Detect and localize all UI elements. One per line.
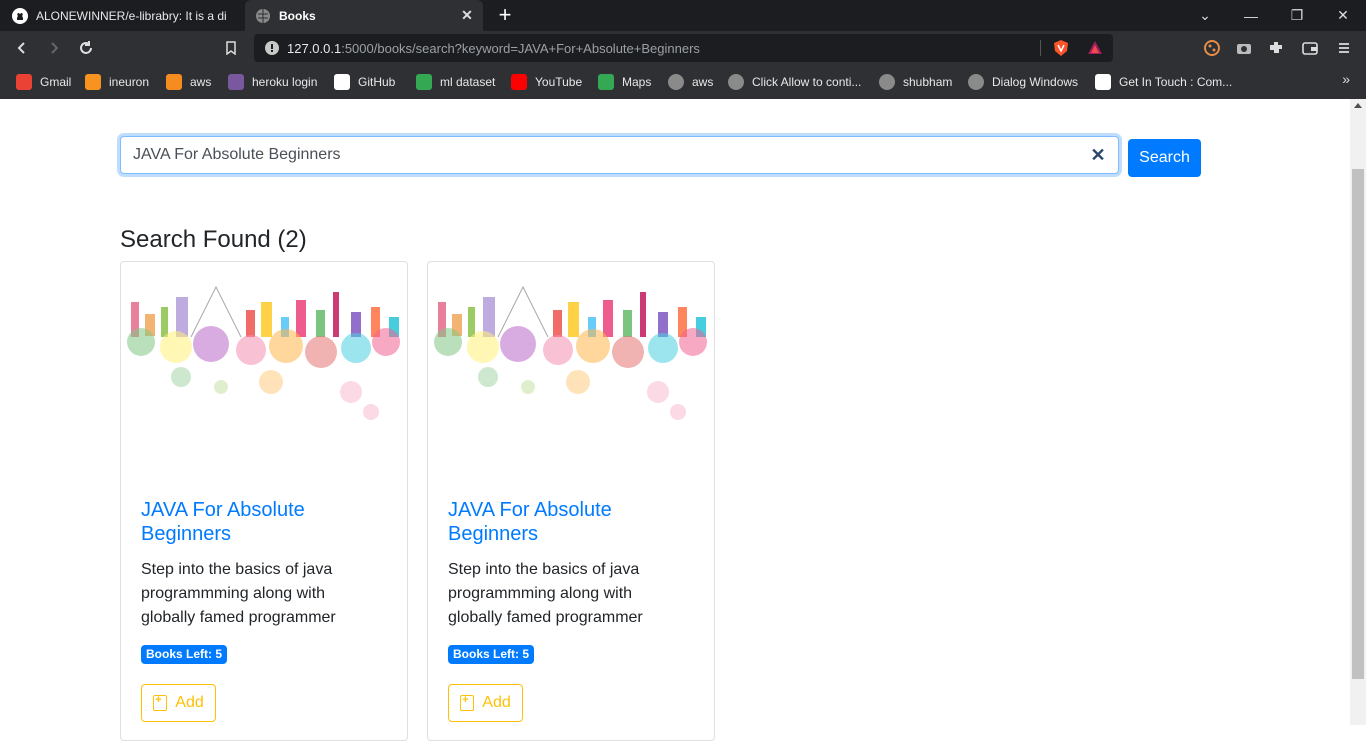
tab-search-chevron-icon[interactable]: ⌄ [1182, 0, 1228, 31]
bookmark-label: aws [692, 75, 714, 89]
reload-icon[interactable] [74, 36, 98, 60]
site-info-icon[interactable] [264, 40, 280, 56]
page-scrollbar[interactable] [1350, 99, 1366, 725]
bookmark-icon[interactable] [219, 36, 243, 60]
bookmark-item[interactable]: ml dataset [416, 73, 495, 91]
globe-icon [968, 74, 984, 90]
bookmark-item[interactable]: Click Allow to conti... [728, 73, 861, 91]
add-book-button[interactable]: Add [141, 684, 216, 722]
scroll-up-icon[interactable] [1354, 103, 1362, 108]
extensions-puzzle-icon[interactable] [1267, 39, 1285, 57]
tab-books[interactable]: Books ✕ [245, 0, 483, 31]
book-title-link[interactable]: JAVA For Absolute Beginners [141, 498, 391, 546]
contact-icon [1095, 74, 1111, 90]
github-icon [334, 74, 350, 90]
bookmark-label: YouTube [535, 75, 583, 89]
youtube-icon [511, 74, 527, 90]
book-card: JAVA For Absolute Beginners Step into th… [120, 261, 408, 741]
tab-strip: ALONEWINNER/e-librabry: It is a digit Bo… [0, 0, 1366, 31]
globe-icon [668, 74, 684, 90]
bookmark-item[interactable]: YouTube [511, 73, 582, 91]
globe-icon [255, 8, 271, 24]
add-label: Add [175, 694, 204, 711]
bookmark-label: Click Allow to conti... [752, 75, 862, 89]
bookmark-label: aws [190, 75, 212, 89]
bookmark-label: Maps [622, 75, 652, 89]
books-left-badge: Books Left: 5 [448, 645, 535, 664]
bookmark-label: ineuron [109, 75, 150, 89]
maps-icon [598, 74, 614, 90]
clear-search-icon[interactable]: ✕ [1089, 146, 1107, 164]
results-heading: Search Found (2) [120, 226, 307, 253]
page-content: ✕ Search Search Found (2) [0, 99, 1350, 741]
book-title-link[interactable]: JAVA For Absolute Beginners [448, 498, 698, 546]
globe-icon [879, 74, 895, 90]
bookmark-item[interactable]: aws [668, 73, 713, 91]
book-card: JAVA For Absolute Beginners Step into th… [427, 261, 715, 741]
heroku-icon [228, 74, 244, 90]
add-label: Add [482, 694, 511, 711]
globe-icon [728, 74, 744, 90]
bookmark-label: GitHub [358, 75, 396, 89]
bookmark-label: Get In Touch : Com... [1119, 75, 1233, 89]
add-document-icon [153, 694, 168, 711]
brave-rewards-icon[interactable] [1086, 39, 1104, 57]
github-icon [12, 7, 28, 24]
scrollbar-thumb[interactable] [1352, 169, 1364, 679]
bookmark-item[interactable]: aws [166, 73, 211, 91]
gmail-icon [16, 74, 32, 90]
wallet-icon[interactable] [1301, 39, 1319, 57]
cookie-extension-icon[interactable] [1203, 39, 1221, 57]
search-button[interactable]: Search [1128, 139, 1201, 177]
tab-title: Books [279, 8, 316, 23]
bookmark-item[interactable]: heroku login [228, 73, 317, 91]
new-tab-button[interactable]: + [494, 4, 516, 26]
address-bar[interactable]: 127.0.0.1:5000/books/search?keyword=JAVA… [254, 34, 1113, 62]
ineuron-icon [85, 74, 101, 90]
book-cover-image [428, 262, 714, 467]
close-tab-icon[interactable]: ✕ [459, 7, 475, 23]
book-cover-image [121, 262, 407, 467]
bookmark-label: heroku login [252, 75, 318, 89]
add-book-button[interactable]: Add [448, 684, 523, 722]
tab-github[interactable]: ALONEWINNER/e-librabry: It is a digit [0, 0, 243, 31]
drive-icon [416, 74, 432, 90]
minimize-icon[interactable]: — [1228, 0, 1274, 31]
forward-icon[interactable] [42, 36, 66, 60]
url-text: 127.0.0.1:5000/books/search?keyword=JAVA… [287, 41, 700, 56]
tab-title: ALONEWINNER/e-librabry: It is a digit [36, 8, 226, 23]
bookmark-item[interactable]: Get In Touch : Com... [1095, 73, 1232, 91]
bookmark-item[interactable]: Maps [598, 73, 651, 91]
brave-shield-icon[interactable] [1052, 39, 1070, 57]
bookmark-item[interactable]: Gmail [16, 73, 71, 91]
close-window-icon[interactable]: ✕ [1320, 0, 1366, 31]
books-left-badge: Books Left: 5 [141, 645, 228, 664]
camera-extension-icon[interactable] [1235, 39, 1253, 57]
aws-icon [166, 74, 182, 90]
divider [1040, 40, 1041, 56]
back-icon[interactable] [10, 36, 34, 60]
bookmark-label: shubham [903, 75, 953, 89]
search-input[interactable] [120, 136, 1119, 174]
bookmark-item[interactable]: ineuron [85, 73, 149, 91]
bookmark-label: Gmail [40, 75, 72, 89]
bookmarks-overflow-icon[interactable]: » [1342, 71, 1350, 87]
book-description: Step into the basics of java programmmin… [141, 561, 336, 626]
menu-icon[interactable] [1335, 39, 1353, 57]
bookmark-label: ml dataset [440, 75, 496, 89]
bookmark-item[interactable]: GitHub [334, 73, 395, 91]
restore-icon[interactable]: ❐ [1274, 0, 1320, 31]
book-description: Step into the basics of java programmmin… [448, 561, 643, 626]
bookmark-label: Dialog Windows [992, 75, 1079, 89]
bookmark-item[interactable]: shubham [879, 73, 952, 91]
bookmark-item[interactable]: Dialog Windows [968, 73, 1078, 91]
add-document-icon [460, 694, 475, 711]
